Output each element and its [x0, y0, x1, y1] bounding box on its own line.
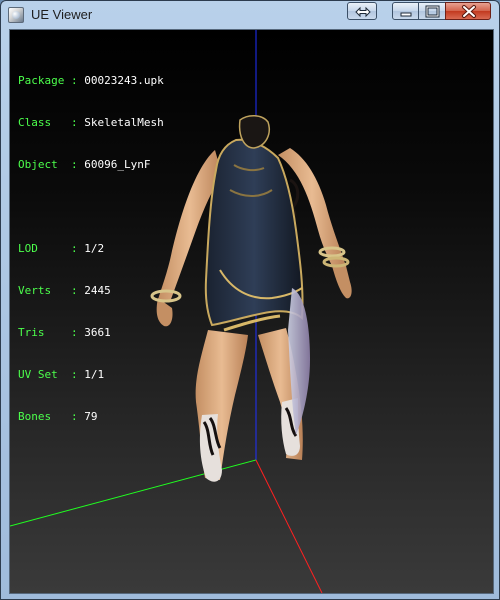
- stat-value: 79: [84, 410, 98, 423]
- title-bar[interactable]: UE Viewer: [1, 1, 499, 28]
- stat-key: Verts: [18, 284, 65, 297]
- stat-key: UV Set: [18, 368, 65, 381]
- maximize-button[interactable]: [418, 2, 446, 20]
- stat-sep: :: [70, 242, 78, 255]
- stat-sep: :: [70, 116, 78, 129]
- stat-row-verts: Verts : 2445: [18, 284, 164, 298]
- stat-value: 3661: [84, 326, 111, 339]
- stat-sep: :: [70, 410, 78, 423]
- minimize-icon: [400, 12, 412, 17]
- stat-row-lod: LOD : 1/2: [18, 242, 164, 256]
- stat-key: Class: [18, 116, 65, 129]
- stat-value: 1/1: [84, 368, 105, 381]
- stat-sep: :: [70, 158, 78, 171]
- stat-row-bones: Bones : 79: [18, 410, 164, 424]
- stat-key: Bones: [18, 410, 65, 423]
- swap-button[interactable]: [347, 2, 377, 20]
- maximize-icon: [425, 5, 440, 18]
- stat-value: 1/2: [84, 242, 105, 255]
- close-icon: [462, 5, 476, 18]
- minimize-button[interactable]: [392, 2, 419, 20]
- stat-key: Package: [18, 74, 65, 87]
- stat-row-object: Object : 60096_LynF: [18, 158, 164, 172]
- ue-viewer-app-icon: [8, 7, 24, 23]
- stat-key: Object: [18, 158, 65, 171]
- stat-row-tris: Tris : 3661: [18, 326, 164, 340]
- mesh-info-overlay: Package : 00023243.upk Class : SkeletalM…: [18, 46, 164, 452]
- stat-value: SkeletalMesh: [84, 116, 164, 129]
- 3d-viewport[interactable]: Package : 00023243.upk Class : SkeletalM…: [9, 29, 494, 594]
- app-window: UE Viewer Package: 00023243.upk Class:…: [0, 0, 500, 600]
- stat-sep: :: [70, 326, 78, 339]
- stat-key: LOD: [18, 242, 65, 255]
- stat-row-uv-set: UV Set : 1/1: [18, 368, 164, 382]
- stat-sep: :: [70, 284, 78, 297]
- stat-row-package: Package : 00023243.upk: [18, 74, 164, 88]
- stat-value: 00023243.upk: [84, 74, 164, 87]
- swap-icon: [355, 6, 371, 18]
- stat-spacer: [18, 200, 164, 214]
- stat-value: 2445: [84, 284, 111, 297]
- window-title: UE Viewer: [31, 7, 93, 22]
- stat-sep: :: [70, 368, 78, 381]
- close-button[interactable]: [445, 2, 491, 20]
- stat-row-class: Class : SkeletalMesh: [18, 116, 164, 130]
- stat-key: Tris: [18, 326, 65, 339]
- stat-value: 60096_LynF: [84, 158, 151, 171]
- stat-sep: :: [70, 74, 78, 87]
